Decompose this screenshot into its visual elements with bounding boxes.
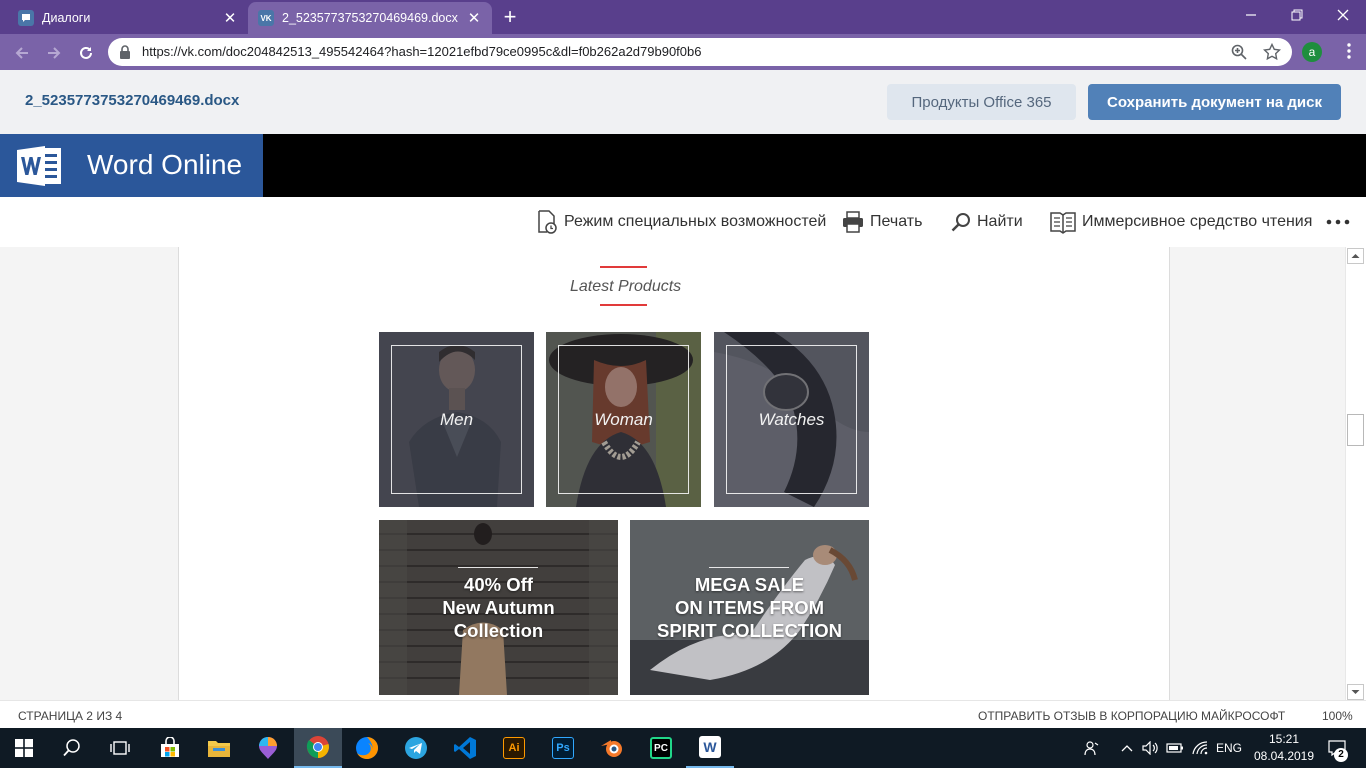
chrome-icon[interactable] bbox=[294, 728, 342, 768]
system-clock[interactable]: 15:21 08.04.2019 bbox=[1248, 731, 1320, 767]
illustrator-label: Ai bbox=[503, 737, 525, 759]
tab-dialogs[interactable]: Диалоги ✕ bbox=[8, 2, 248, 34]
telegram-icon[interactable] bbox=[392, 728, 440, 768]
tray-overflow-chevron-icon[interactable] bbox=[1116, 728, 1138, 768]
print-label: Печать bbox=[870, 213, 923, 230]
accessibility-doc-icon bbox=[538, 210, 557, 234]
battery-icon[interactable] bbox=[1164, 728, 1186, 768]
word-icon[interactable]: W bbox=[686, 728, 734, 768]
blender-icon[interactable] bbox=[588, 728, 636, 768]
reload-button[interactable] bbox=[75, 42, 97, 64]
tab-title: 2_5235773753270469469.docx bbox=[282, 11, 458, 25]
search-icon bbox=[951, 213, 970, 232]
document-name: 2_5235773753270469469.docx bbox=[25, 92, 240, 109]
accessibility-mode-button[interactable]: Режим специальных возможностей bbox=[536, 206, 826, 238]
office365-products-button[interactable]: Продукты Office 365 bbox=[887, 84, 1076, 120]
pycharm-label: PC bbox=[650, 737, 672, 759]
vertical-scrollbar[interactable] bbox=[1345, 247, 1366, 700]
word-taskbar-label: W bbox=[699, 736, 721, 758]
promo-rule bbox=[709, 567, 789, 568]
browser-menu-icon[interactable] bbox=[1347, 42, 1357, 64]
zoom-icon[interactable] bbox=[1231, 44, 1247, 60]
forward-button[interactable] bbox=[43, 42, 65, 64]
title-rule-top bbox=[600, 266, 647, 268]
scroll-up-arrow-icon[interactable] bbox=[1347, 248, 1364, 264]
close-window-button[interactable] bbox=[1320, 0, 1366, 30]
minimize-button[interactable] bbox=[1228, 0, 1274, 30]
find-button[interactable]: Найти bbox=[951, 206, 1023, 238]
category-tile-woman[interactable]: Woman bbox=[546, 332, 701, 507]
immersive-reader-button[interactable]: Иммерсивное средство чтения bbox=[1050, 206, 1312, 238]
search-icon[interactable] bbox=[48, 728, 96, 768]
promo-line: ON ITEMS FROM bbox=[674, 597, 825, 618]
illustrator-icon[interactable]: Ai bbox=[490, 728, 538, 768]
category-label: Watches bbox=[758, 410, 825, 429]
store-icon[interactable] bbox=[146, 728, 194, 768]
clock-time: 15:21 bbox=[1268, 732, 1300, 746]
url-text[interactable]: https://vk.com/doc204842513_495542464?ha… bbox=[142, 44, 702, 59]
vk-logo-icon: VK bbox=[258, 10, 274, 26]
clock-date: 08.04.2019 bbox=[1253, 749, 1315, 763]
vk-messages-icon bbox=[18, 10, 34, 26]
save-to-disk-button[interactable]: Сохранить документ на диск bbox=[1088, 84, 1341, 120]
word-logo-icon bbox=[17, 144, 63, 188]
bookmark-star-icon[interactable] bbox=[1263, 43, 1281, 61]
category-label: Men bbox=[439, 410, 474, 429]
tab-close-icon[interactable]: ✕ bbox=[222, 9, 238, 27]
category-tile-watches[interactable]: Watches bbox=[714, 332, 869, 507]
promo-line: Collection bbox=[453, 620, 544, 641]
file-explorer-icon[interactable] bbox=[195, 728, 243, 768]
section-title: Latest Products bbox=[570, 278, 682, 295]
find-label: Найти bbox=[977, 213, 1023, 230]
new-tab-button[interactable]: + bbox=[498, 4, 522, 30]
category-tile-men[interactable]: Men bbox=[379, 332, 534, 507]
back-button[interactable] bbox=[11, 42, 33, 64]
category-label: Woman bbox=[594, 410, 653, 429]
vscode-icon[interactable] bbox=[441, 728, 489, 768]
volume-icon[interactable] bbox=[1139, 728, 1161, 768]
promo-line: 40% Off bbox=[464, 574, 533, 595]
tab-docx[interactable]: VK 2_5235773753270469469.docx ✕ bbox=[248, 2, 492, 34]
pycharm-icon[interactable]: PC bbox=[637, 728, 685, 768]
windows-start-icon[interactable] bbox=[0, 728, 48, 768]
profile-avatar[interactable]: a bbox=[1302, 42, 1322, 62]
promo-text: MEGA SALE ON ITEMS FROM SPIRIT COLLECTIO… bbox=[630, 573, 869, 642]
promo-banner-autumn[interactable]: 40% Off New Autumn Collection bbox=[379, 520, 618, 695]
zoom-level[interactable]: 100% bbox=[1322, 709, 1353, 723]
immersive-reader-label: Иммерсивное средство чтения bbox=[1082, 213, 1313, 230]
promo-text: 40% Off New Autumn Collection bbox=[379, 573, 618, 642]
accessibility-mode-label: Режим специальных возможностей bbox=[564, 213, 827, 230]
firefox-icon[interactable] bbox=[343, 728, 391, 768]
wifi-icon[interactable] bbox=[1189, 728, 1211, 768]
input-language[interactable]: ENG bbox=[1213, 728, 1245, 768]
promo-line: SPIRIT COLLECTION bbox=[657, 620, 842, 641]
photoshop-label: Ps bbox=[552, 737, 574, 759]
lock-icon bbox=[119, 45, 131, 59]
notifications-badge: 2 bbox=[1334, 748, 1348, 762]
more-options-icon[interactable] bbox=[1326, 206, 1356, 238]
promo-line: MEGA SALE bbox=[694, 574, 805, 595]
scroll-down-arrow-icon[interactable] bbox=[1347, 684, 1364, 700]
promo-line: New Autumn bbox=[442, 597, 555, 618]
page-indicator: СТРАНИЦА 2 ИЗ 4 bbox=[18, 709, 123, 723]
feedback-link[interactable]: ОТПРАВИТЬ ОТЗЫВ В КОРПОРАЦИЮ МАЙКРОСОФТ bbox=[978, 709, 1285, 723]
promo-rule bbox=[458, 567, 538, 568]
immersive-reader-icon bbox=[1050, 212, 1076, 234]
title-rule-bottom bbox=[600, 304, 647, 306]
word-online-title: Word Online bbox=[87, 149, 243, 180]
tab-title: Диалоги bbox=[42, 11, 91, 25]
paint-3d-icon[interactable] bbox=[244, 728, 292, 768]
printer-icon bbox=[843, 211, 863, 233]
promo-banner-mega-sale[interactable]: MEGA SALE ON ITEMS FROM SPIRIT COLLECTIO… bbox=[630, 520, 869, 695]
people-icon[interactable] bbox=[1080, 728, 1104, 768]
print-button[interactable]: Печать bbox=[842, 206, 922, 238]
restore-button[interactable] bbox=[1274, 0, 1320, 30]
scroll-thumb[interactable] bbox=[1347, 414, 1364, 446]
tab-close-icon[interactable]: ✕ bbox=[466, 9, 482, 27]
task-view-icon[interactable] bbox=[96, 728, 144, 768]
photoshop-icon[interactable]: Ps bbox=[539, 728, 587, 768]
